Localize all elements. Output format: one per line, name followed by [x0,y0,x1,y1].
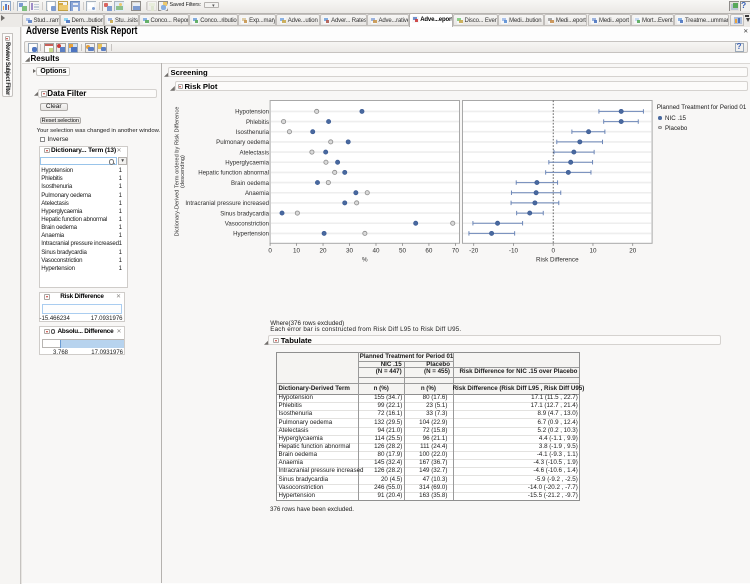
svg-text:Isosthenuria: Isosthenuria [236,129,270,136]
svg-text:20: 20 [629,247,637,254]
svg-text:10: 10 [589,247,597,254]
svg-text:Brain oedema: Brain oedema [231,180,270,187]
svg-text:Hypotension: Hypotension [235,109,269,116]
svg-text:Atelectasis: Atelectasis [240,149,269,156]
svg-text:Pulmonary oedema: Pulmonary oedema [216,139,269,146]
svg-text:Anaemia: Anaemia [245,190,270,197]
svg-text:%: % [362,256,368,263]
svg-text:70: 70 [452,247,460,254]
svg-text:40: 40 [372,247,380,254]
svg-text:Sinus bradycardia: Sinus bradycardia [220,210,269,217]
svg-text:Hypertension: Hypertension [233,231,269,238]
svg-text:0: 0 [268,247,272,254]
svg-text:0: 0 [551,247,555,254]
svg-text:20: 20 [320,247,328,254]
svg-text:(descending): (descending) [180,155,186,188]
svg-text:-20: -20 [469,247,479,254]
svg-text:Vasoconstriction: Vasoconstriction [225,220,269,227]
svg-text:Phlebitis: Phlebitis [246,119,269,126]
svg-text:Risk Difference: Risk Difference [536,256,579,263]
svg-text:-10: -10 [509,247,519,254]
svg-text:30: 30 [346,247,354,254]
svg-text:Intracranial pressure increase: Intracranial pressure increased [185,200,269,207]
svg-text:Hepatic function abnormal: Hepatic function abnormal [198,170,269,177]
svg-text:50: 50 [399,247,407,254]
svg-text:60: 60 [425,247,433,254]
svg-text:Hyperglycaemia: Hyperglycaemia [225,159,269,166]
svg-text:10: 10 [293,247,301,254]
